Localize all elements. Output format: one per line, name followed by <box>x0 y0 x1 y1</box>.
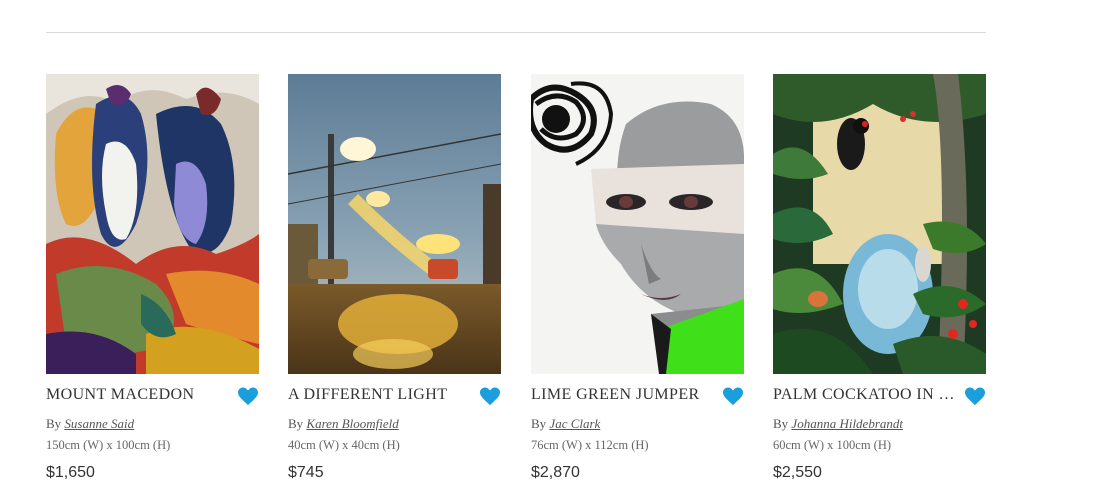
heart-icon[interactable] <box>479 386 501 406</box>
by-label: By <box>773 416 789 431</box>
artwork-title[interactable]: MOUNT MACEDON <box>46 386 232 404</box>
artwork-dimensions: 76cm (W) x 112cm (H) <box>531 438 649 452</box>
artwork-image-lime-green-jumper[interactable] <box>531 74 744 374</box>
artwork-card-lime-green-jumper: LIME GREEN JUMPER By Jac Clark 76cm (W) … <box>531 74 744 482</box>
by-label: By <box>288 416 304 431</box>
artwork-price: $745 <box>288 464 324 481</box>
artist-link[interactable]: Karen Bloomfield <box>306 416 398 431</box>
artist-link[interactable]: Susanne Said <box>64 416 134 431</box>
artist-link[interactable]: Jac Clark <box>549 416 600 431</box>
artwork-dimensions: 150cm (W) x 100cm (H) <box>46 438 171 452</box>
artwork-title[interactable]: PALM COCKATOO IN … <box>773 386 959 404</box>
artwork-image-palm-cockatoo[interactable] <box>773 74 986 374</box>
artist-byline: By Jac Clark <box>531 416 744 436</box>
artist-link[interactable]: Johanna Hildebrandt <box>791 416 903 431</box>
artwork-image-mount-macedon[interactable] <box>46 74 259 374</box>
by-label: By <box>531 416 547 431</box>
artist-byline: By Karen Bloomfield <box>288 416 501 436</box>
artwork-card-mount-macedon: MOUNT MACEDON By Susanne Said 150cm (W) … <box>46 74 259 482</box>
artwork-title[interactable]: A DIFFERENT LIGHT <box>288 386 474 404</box>
artwork-price: $1,650 <box>46 464 95 481</box>
artwork-image-a-different-light[interactable] <box>288 74 501 374</box>
artwork-dimensions: 40cm (W) x 40cm (H) <box>288 438 400 452</box>
artwork-price: $2,550 <box>773 464 822 481</box>
artist-byline: By Susanne Said <box>46 416 259 436</box>
section-divider <box>46 32 986 33</box>
by-label: By <box>46 416 62 431</box>
artwork-price: $2,870 <box>531 464 580 481</box>
artwork-card-palm-cockatoo: PALM COCKATOO IN … By Johanna Hildebrand… <box>773 74 986 482</box>
heart-icon[interactable] <box>722 386 744 406</box>
heart-icon[interactable] <box>964 386 986 406</box>
heart-icon[interactable] <box>237 386 259 406</box>
artist-byline: By Johanna Hildebrandt <box>773 416 986 436</box>
artwork-title[interactable]: LIME GREEN JUMPER <box>531 386 717 404</box>
artwork-card-a-different-light: A DIFFERENT LIGHT By Karen Bloomfield 40… <box>288 74 501 482</box>
artwork-dimensions: 60cm (W) x 100cm (H) <box>773 438 892 452</box>
